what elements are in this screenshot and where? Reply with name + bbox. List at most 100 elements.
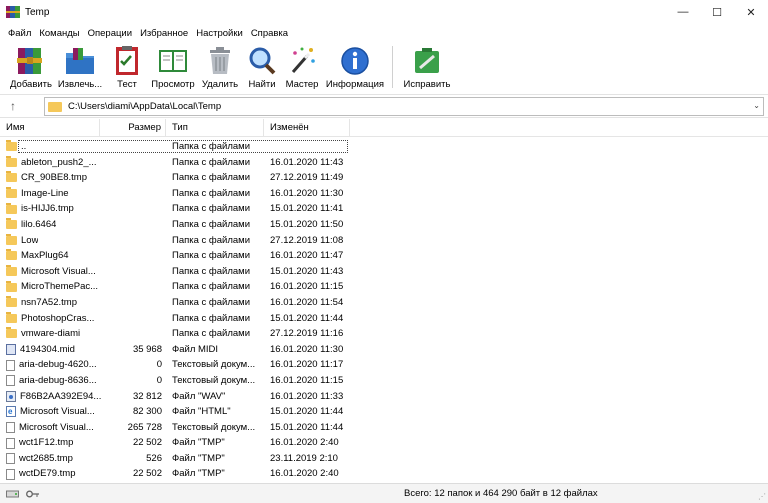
column-header-modified[interactable]: Изменён bbox=[264, 119, 350, 137]
wizard-button[interactable]: Мастер bbox=[282, 42, 322, 90]
table-row[interactable]: PhotoshopCras... Папка с файлами 15.01.202… bbox=[0, 311, 768, 327]
address-bar: ↑ C:\Users\diami\AppData\Local\Temp ⌄ bbox=[0, 94, 768, 118]
file-name-cell: MicroThemePac... bbox=[6, 279, 102, 295]
menu-file[interactable]: Файл bbox=[4, 28, 35, 39]
table-row[interactable]: aria-debug-8636... 0 Текстовый докум... 16.… bbox=[0, 373, 768, 389]
extract-button-label: Извлечь... bbox=[57, 79, 103, 90]
resize-grip[interactable]: ⋰ bbox=[758, 492, 766, 501]
toolbar-separator bbox=[392, 46, 393, 88]
menu-operations[interactable]: Операции bbox=[84, 28, 136, 39]
table-row[interactable]: Microsoft Visual... Папка с файлами 15.01.… bbox=[0, 264, 768, 280]
status-summary: Всего: 12 папок и 464 290 байт в 12 файл… bbox=[404, 488, 598, 499]
file-name: Microsoft Visual... bbox=[20, 406, 95, 418]
file-type: Файл "TMP" bbox=[172, 437, 225, 449]
info-button[interactable]: Информация bbox=[324, 42, 386, 90]
folder-icon bbox=[6, 155, 17, 167]
file-type: Файл "WAV" bbox=[172, 390, 226, 402]
file-size: 526 bbox=[146, 452, 162, 464]
file-type: Текстовый докум... bbox=[172, 359, 256, 371]
folder-icon bbox=[6, 202, 17, 214]
file-type: Папка с файлами bbox=[172, 172, 251, 184]
file-name: is-HIJJ6.tmp bbox=[21, 203, 74, 215]
folder-icon bbox=[6, 265, 17, 277]
file-name-cell: F86B2AA392E94... bbox=[6, 389, 102, 405]
table-row[interactable]: vmware-diami Папка с файлами 27.12.2019 11… bbox=[0, 326, 768, 342]
title-bar: Temp — ☐ ✕ bbox=[0, 0, 768, 24]
chevron-down-icon[interactable]: ⌄ bbox=[753, 101, 760, 110]
file-name: ableton_push2_... bbox=[21, 156, 97, 168]
table-row[interactable]: F86B2AA392E94... 32 812 Файл "WAV" 16.01.20… bbox=[0, 389, 768, 405]
table-row[interactable]: nsn7A52.tmp Папка с файлами 16.01.2020 11:… bbox=[0, 295, 768, 311]
close-button[interactable]: ✕ bbox=[734, 0, 768, 24]
table-row[interactable]: lilo.6464 Папка с файлами 15.01.2020 11:50 bbox=[0, 217, 768, 233]
folder-icon bbox=[6, 249, 17, 261]
text-file-icon bbox=[6, 468, 15, 480]
file-name-cell: Microsoft Visual... bbox=[6, 264, 102, 280]
file-name: MaxPlug64 bbox=[21, 250, 69, 262]
menu-bar: Файл Команды Операции Избранное Настройк… bbox=[0, 24, 768, 42]
html-file-icon bbox=[6, 404, 16, 420]
table-row[interactable]: Microsoft Visual... 82 300 Файл "HTML" 15.0… bbox=[0, 404, 768, 420]
menu-favorites[interactable]: Избранное bbox=[136, 28, 192, 39]
delete-button[interactable]: Удалить bbox=[198, 42, 242, 90]
file-size: 0 bbox=[156, 374, 162, 386]
table-row[interactable]: 4194304.mid 35 968 Файл MIDI 16.01.2020 11:… bbox=[0, 342, 768, 358]
file-modified: 16.01.2020 11:15 bbox=[270, 374, 344, 386]
table-row[interactable]: ableton_push2_... Папка с файлами 16.01.20… bbox=[0, 155, 768, 171]
column-header-size[interactable]: Размер bbox=[100, 119, 166, 137]
extract-folder-icon bbox=[66, 48, 94, 74]
repair-kit-icon bbox=[415, 48, 439, 73]
folder-icon bbox=[6, 311, 17, 323]
table-row[interactable]: wct2685.tmp 526 Файл "TMP" 23.11.2019 2:10 bbox=[0, 451, 768, 467]
file-size: 0 bbox=[156, 359, 162, 371]
table-row[interactable]: Image-Line Папка с файлами 16.01.2020 11:3… bbox=[0, 186, 768, 202]
trash-icon bbox=[210, 47, 230, 74]
file-modified: 16.01.2020 2:40 bbox=[270, 468, 339, 480]
table-row[interactable]: .. Папка с файлами bbox=[0, 139, 768, 155]
file-name: nsn7A52.tmp bbox=[21, 296, 77, 308]
file-name-cell: aria-debug-8636... bbox=[6, 373, 102, 389]
info-button-label: Информация bbox=[325, 79, 385, 90]
menu-commands[interactable]: Команды bbox=[35, 28, 83, 39]
repair-button[interactable]: Исправить bbox=[401, 42, 453, 90]
file-name: .. bbox=[21, 141, 27, 152]
extract-button[interactable]: Извлечь... bbox=[56, 42, 104, 90]
table-row[interactable]: wct1F12.tmp 22 502 Файл "TMP" 16.01.2020 2:… bbox=[0, 435, 768, 451]
view-book-icon bbox=[159, 50, 187, 72]
test-button-label: Тест bbox=[117, 79, 137, 90]
file-name-cell: Microsoft Visual... bbox=[6, 404, 102, 420]
table-row[interactable]: aria-debug-4620... 0 Текстовый докум... 16.… bbox=[0, 357, 768, 373]
key-icon bbox=[26, 490, 39, 497]
status-bar: Всего: 12 папок и 464 290 байт в 12 файл… bbox=[0, 483, 768, 503]
file-type: Папка с файлами bbox=[172, 203, 251, 215]
table-row[interactable]: MicroThemePac... Папка с файлами 16.01.202… bbox=[0, 279, 768, 295]
file-size: 265 728 bbox=[127, 421, 162, 433]
folder-icon bbox=[6, 187, 17, 199]
file-modified: 15.01.2020 11:44 bbox=[270, 406, 344, 418]
midi-file-icon bbox=[6, 344, 16, 356]
table-row[interactable]: is-HIJJ6.tmp Папка с файлами 15.01.2020 11… bbox=[0, 201, 768, 217]
menu-settings[interactable]: Настройки bbox=[192, 28, 247, 39]
maximize-button[interactable]: ☐ bbox=[700, 0, 734, 24]
view-button[interactable]: Просмотр bbox=[150, 42, 196, 90]
find-button[interactable]: Найти bbox=[244, 42, 280, 90]
table-row[interactable]: Microsoft Visual... 265 728 Текстовый доку… bbox=[0, 420, 768, 436]
up-folder-button[interactable]: ↑ bbox=[0, 99, 26, 113]
test-button[interactable]: Тест bbox=[106, 42, 148, 90]
file-modified: 15.01.2020 11:41 bbox=[270, 203, 344, 215]
path-field[interactable]: C:\Users\diami\AppData\Local\Temp ⌄ bbox=[44, 97, 764, 116]
add-button[interactable]: Добавить bbox=[8, 42, 54, 90]
table-row[interactable]: wctDE79.tmp 22 502 Файл "TMP" 16.01.2020 2:… bbox=[0, 466, 768, 482]
menu-help[interactable]: Справка bbox=[247, 28, 292, 39]
file-modified: 16.01.2020 11:33 bbox=[270, 390, 344, 402]
table-row[interactable]: MaxPlug64 Папка с файлами 16.01.2020 11:47 bbox=[0, 248, 768, 264]
table-row[interactable]: Low Папка с файлами 27.12.2019 11:08 bbox=[0, 233, 768, 249]
column-header-name[interactable]: Имя bbox=[0, 119, 100, 137]
file-type: Папка с файлами bbox=[172, 156, 251, 168]
minimize-button[interactable]: — bbox=[666, 0, 700, 24]
file-type: Файл "HTML" bbox=[172, 406, 231, 418]
file-type: Папка с файлами bbox=[172, 265, 251, 277]
file-name: wct2685.tmp bbox=[19, 452, 73, 464]
table-row[interactable]: CR_90BE8.tmp Папка с файлами 27.12.2019 11… bbox=[0, 170, 768, 186]
column-header-type[interactable]: Тип bbox=[166, 119, 264, 137]
